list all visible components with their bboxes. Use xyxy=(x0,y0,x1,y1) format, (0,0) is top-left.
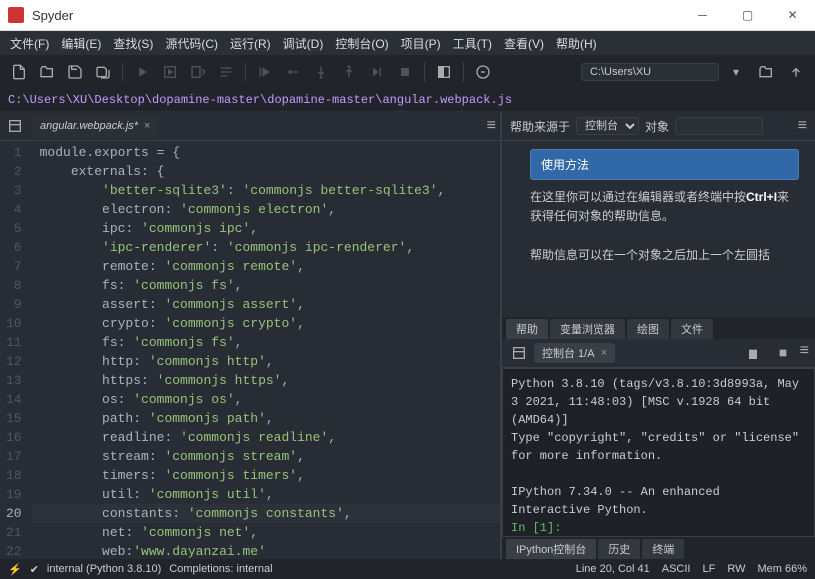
completions-status[interactable]: Completions: internal xyxy=(169,563,272,575)
eol-status[interactable]: LF xyxy=(702,563,715,575)
debug-step-icon[interactable] xyxy=(282,61,304,83)
run-icon[interactable] xyxy=(131,61,153,83)
debug-step-in-icon[interactable] xyxy=(310,61,332,83)
menu-item[interactable]: 源代码(C) xyxy=(159,35,224,52)
close-console-icon[interactable]: × xyxy=(601,347,607,359)
window-title: Spyder xyxy=(32,8,680,23)
help-object-label: 对象 xyxy=(645,118,669,135)
delete-vars-icon[interactable] xyxy=(742,342,764,364)
mem-status: Mem 66% xyxy=(757,563,807,575)
run-selection-icon[interactable] xyxy=(215,61,237,83)
panel-tab[interactable]: 帮助 xyxy=(506,319,548,339)
new-file-icon[interactable] xyxy=(8,61,30,83)
kite-status-icon: ✔ xyxy=(30,563,39,576)
max-pane-icon[interactable] xyxy=(433,61,455,83)
lsp-status-icon: ⚡ xyxy=(8,563,22,576)
menu-item[interactable]: 调试(D) xyxy=(277,35,330,52)
menu-item[interactable]: 编辑(E) xyxy=(55,35,107,52)
debug-continue-icon[interactable] xyxy=(366,61,388,83)
cwd-dropdown-icon[interactable]: ▾ xyxy=(725,61,747,83)
status-bar: ⚡ ✔ internal (Python 3.8.10) Completions… xyxy=(0,559,815,579)
menu-item[interactable]: 运行(R) xyxy=(224,35,277,52)
help-usage-title: 使用方法 xyxy=(530,149,799,180)
help-menu-icon[interactable]: ≡ xyxy=(798,117,807,135)
help-object-input[interactable] xyxy=(675,117,763,135)
panel-tab[interactable]: 变量浏览器 xyxy=(550,319,625,339)
ipython-console[interactable]: Python 3.8.10 (tags/v3.8.10:3d8993a, May… xyxy=(502,368,815,537)
menu-item[interactable]: 查看(V) xyxy=(498,35,550,52)
console-browse-icon[interactable] xyxy=(508,342,530,364)
app-icon xyxy=(8,7,24,23)
debug-stop-icon[interactable] xyxy=(394,61,416,83)
menu-item[interactable]: 文件(F) xyxy=(4,35,55,52)
console-tab[interactable]: 控制台 1/A × xyxy=(534,343,615,363)
debug-icon[interactable] xyxy=(254,61,276,83)
editor-tab-label: angular.webpack.js* xyxy=(40,120,138,132)
panel-tab[interactable]: 历史 xyxy=(598,539,640,559)
minimize-button[interactable]: ─ xyxy=(680,0,725,30)
menu-item[interactable]: 工具(T) xyxy=(447,35,498,52)
menu-item[interactable]: 项目(P) xyxy=(395,35,447,52)
file-browser-icon[interactable] xyxy=(4,115,26,137)
close-button[interactable]: ✕ xyxy=(770,0,815,30)
editor-tab[interactable]: angular.webpack.js* × xyxy=(32,115,158,137)
interrupt-icon[interactable] xyxy=(772,342,794,364)
pythonpath-icon[interactable] xyxy=(472,61,494,83)
panel-tab[interactable]: 终端 xyxy=(642,539,684,559)
run-cell-advance-icon[interactable] xyxy=(187,61,209,83)
close-tab-icon[interactable]: × xyxy=(144,120,150,132)
help-text: 在这里你可以通过在编辑器或者终端中按Ctrl+I来获得任何对象的帮助信息。 帮助… xyxy=(530,188,799,265)
menu-item[interactable]: 查找(S) xyxy=(107,35,159,52)
open-file-icon[interactable] xyxy=(36,61,58,83)
cursor-position: Line 20, Col 41 xyxy=(576,563,650,575)
console-panel-tabs: IPython控制台历史终端 xyxy=(502,537,815,559)
code-editor[interactable]: 1234567891011121314151617181920212223242… xyxy=(0,141,500,559)
interpreter-status[interactable]: internal (Python 3.8.10) xyxy=(47,563,161,575)
console-menu-icon[interactable]: ≡ xyxy=(800,342,809,364)
debug-step-out-icon[interactable] xyxy=(338,61,360,83)
menu-item[interactable]: 控制台(O) xyxy=(329,35,394,52)
cwd-field[interactable]: C:\Users\XU xyxy=(581,63,719,81)
run-cell-icon[interactable] xyxy=(159,61,181,83)
menubar: 文件(F)编辑(E)查找(S)源代码(C)运行(R)调试(D)控制台(O)项目(… xyxy=(0,31,815,55)
help-panel-tabs: 帮助变量浏览器绘图文件 xyxy=(502,317,815,339)
editor-menu-icon[interactable]: ≡ xyxy=(487,117,496,135)
save-all-icon[interactable] xyxy=(92,61,114,83)
parent-dir-icon[interactable] xyxy=(785,61,807,83)
maximize-button[interactable]: ▢ xyxy=(725,0,770,30)
breadcrumb: C:\Users\XU\Desktop\dopamine-master\dopa… xyxy=(0,89,815,112)
rw-status: RW xyxy=(727,563,745,575)
titlebar: Spyder ─ ▢ ✕ xyxy=(0,0,815,31)
encoding-status[interactable]: ASCII xyxy=(662,563,691,575)
panel-tab[interactable]: 文件 xyxy=(671,319,713,339)
help-source-select[interactable]: 控制台 xyxy=(576,117,639,135)
toolbar: C:\Users\XU ▾ xyxy=(0,55,815,89)
browse-folder-icon[interactable] xyxy=(755,61,777,83)
save-icon[interactable] xyxy=(64,61,86,83)
menu-item[interactable]: 帮助(H) xyxy=(550,35,603,52)
line-gutter: 1234567891011121314151617181920212223242… xyxy=(0,141,32,559)
help-source-label: 帮助来源于 xyxy=(510,118,570,135)
panel-tab[interactable]: IPython控制台 xyxy=(506,539,596,559)
panel-tab[interactable]: 绘图 xyxy=(627,319,669,339)
